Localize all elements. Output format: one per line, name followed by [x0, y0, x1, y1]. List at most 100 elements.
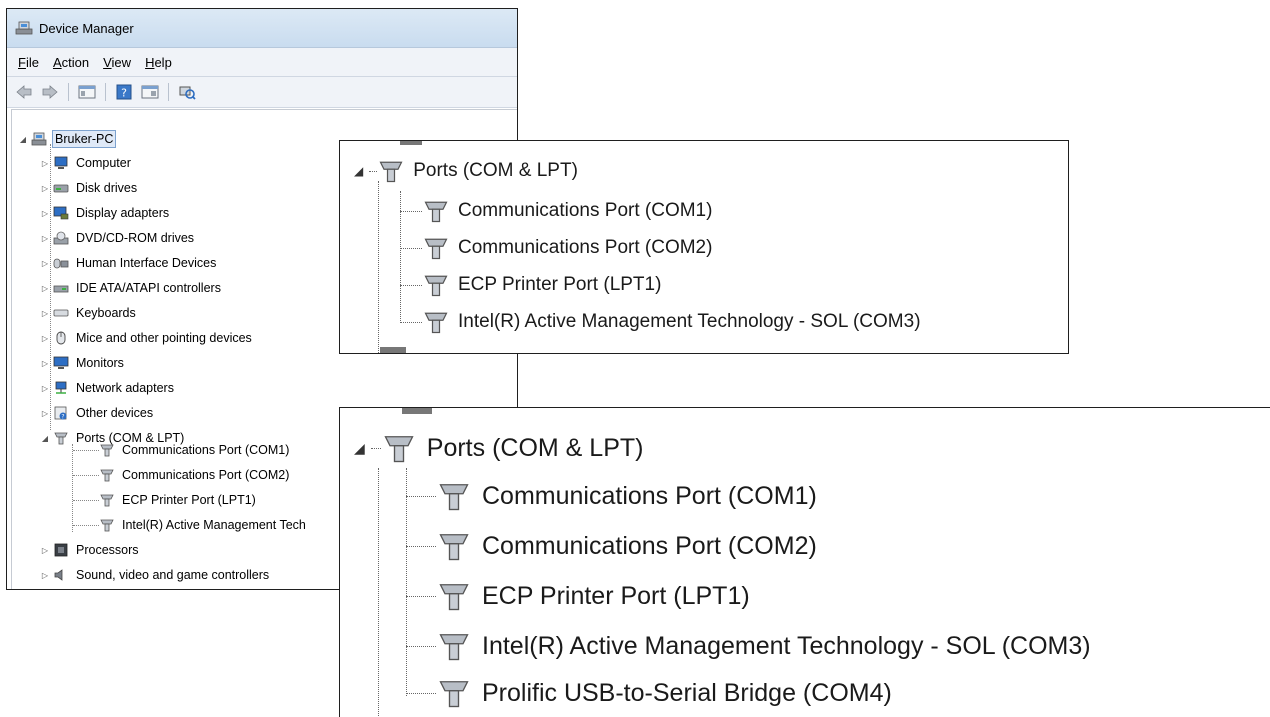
port-icon [424, 275, 448, 297]
expand-arrow-icon[interactable]: ▷ [40, 234, 50, 243]
back-icon[interactable] [13, 82, 35, 102]
toolbar-separator [105, 83, 106, 101]
sound-icon [52, 567, 70, 583]
port-row[interactable]: Communications Port (COM1) [406, 473, 817, 519]
device-manager-icon [15, 21, 33, 35]
computer-root-icon [30, 131, 48, 147]
tree-root[interactable]: ◢ Bruker-PC [18, 127, 117, 151]
expand-arrow-icon[interactable]: ▷ [40, 571, 50, 580]
tree-connector [73, 475, 99, 476]
tree-item-dvd-drives[interactable]: ▷ DVD/CD-ROM drives [40, 226, 196, 250]
ports-category-label: Ports (COM & LPT) [426, 433, 644, 462]
tree-connector [73, 525, 99, 526]
tree-item-label: Processors [76, 543, 139, 557]
expand-arrow-icon[interactable]: ▷ [40, 546, 50, 555]
help-icon[interactable]: ? [113, 82, 135, 102]
ide-controller-icon [52, 280, 70, 296]
port-icon [439, 681, 469, 708]
forward-icon[interactable] [39, 82, 61, 102]
tree-connector [72, 444, 73, 532]
tree-item-keyboards[interactable]: ▷ Keyboards [40, 301, 138, 325]
tree-item-label: IDE ATA/ATAPI controllers [76, 281, 221, 295]
tree-item-processors[interactable]: ▷ Processors [40, 538, 141, 562]
collapse-arrow-icon[interactable]: ◢ [354, 164, 363, 178]
title-bar[interactable]: Device Manager [7, 9, 517, 48]
processor-icon [52, 542, 70, 558]
menu-help[interactable]: Help [138, 53, 179, 72]
port-label: ECP Printer Port (LPT1) [482, 581, 750, 610]
tree-item-sound[interactable]: ▷ Sound, video and game controllers [40, 563, 271, 587]
monitor-icon [52, 355, 70, 371]
tree-item-label: Monitors [76, 356, 124, 370]
port-label: Communications Port (COM1) [482, 481, 817, 510]
tree-item-label: Communications Port (COM2) [122, 468, 290, 482]
menu-action[interactable]: Action [46, 53, 96, 72]
port-row[interactable]: Intel(R) Active Management Technology - … [400, 304, 921, 340]
port-row[interactable]: Communications Port (COM2) [406, 523, 817, 569]
tree-item-other-devices[interactable]: ▷ ? Other devices [40, 401, 155, 425]
tree-item-computer[interactable]: ▷ Computer [40, 151, 133, 175]
toolbar-separator [68, 83, 69, 101]
expand-arrow-icon[interactable]: ▷ [40, 309, 50, 318]
hid-icon [52, 255, 70, 271]
menu-bar: File Action View Help [7, 48, 517, 77]
port-label: Prolific USB-to-Serial Bridge (COM4) [482, 678, 892, 707]
collapse-arrow-icon[interactable]: ◢ [40, 434, 50, 443]
zoom-panel-after: ◢ Ports (COM & LPT) Communications Port … [339, 407, 1270, 717]
expand-arrow-icon[interactable]: ▷ [40, 209, 50, 218]
port-label: Intel(R) Active Management Technology - … [482, 631, 1091, 660]
port-row[interactable]: ECP Printer Port (LPT1) [406, 573, 750, 619]
port-row[interactable]: Intel(R) Active Management Technology - … [406, 623, 1091, 669]
port-icon [439, 584, 469, 611]
tree-item-com3[interactable]: Intel(R) Active Management Tech [98, 513, 308, 537]
update-driver-icon[interactable] [139, 82, 161, 102]
port-icon [52, 430, 70, 446]
menu-file[interactable]: File [11, 53, 46, 72]
expand-arrow-icon[interactable]: ▷ [40, 184, 50, 193]
expand-arrow-icon[interactable]: ▷ [40, 384, 50, 393]
tree-item-com1[interactable]: Communications Port (COM1) [98, 438, 291, 462]
port-label: Intel(R) Active Management Technology - … [458, 311, 921, 332]
port-icon [98, 517, 116, 533]
port-row[interactable]: ECP Printer Port (LPT1) [400, 267, 661, 303]
tree-item-monitors[interactable]: ▷ Monitors [40, 351, 126, 375]
tree-item-network-adapters[interactable]: ▷ Network adapters [40, 376, 176, 400]
cropped-icon-fragment [380, 347, 406, 353]
properties-icon[interactable] [76, 82, 98, 102]
tree-item-hid[interactable]: ▷ Human Interface Devices [40, 251, 218, 275]
expand-arrow-icon[interactable]: ▷ [40, 284, 50, 293]
tree-item-lpt1[interactable]: ECP Printer Port (LPT1) [98, 488, 258, 512]
collapse-arrow-icon[interactable]: ◢ [18, 135, 28, 144]
menu-view[interactable]: View [96, 53, 138, 72]
tree-item-disk-drives[interactable]: ▷ Disk drives [40, 176, 139, 200]
port-row[interactable]: Prolific USB-to-Serial Bridge (COM4) [406, 670, 892, 716]
ports-category-row[interactable]: ◢ Ports (COM & LPT) [354, 153, 578, 189]
expand-arrow-icon[interactable]: ▷ [40, 409, 50, 418]
expand-arrow-icon[interactable]: ▷ [40, 259, 50, 268]
ports-category-label: Ports (COM & LPT) [413, 160, 578, 181]
zoom-panel-before: ◢ Ports (COM & LPT) Communications Port … [339, 140, 1069, 354]
expand-arrow-icon[interactable]: ▷ [40, 159, 50, 168]
dvd-drive-icon [52, 230, 70, 246]
collapse-arrow-icon[interactable]: ◢ [354, 440, 365, 457]
tree-item-mice[interactable]: ▷ Mice and other pointing devices [40, 326, 254, 350]
display-adapter-icon [52, 205, 70, 221]
tree-root-label: Bruker-PC [52, 130, 117, 148]
tree-item-com2[interactable]: Communications Port (COM2) [98, 463, 291, 487]
ports-category-row[interactable]: ◢ Ports (COM & LPT) [354, 425, 643, 471]
port-label: Communications Port (COM2) [482, 531, 817, 560]
expand-arrow-icon[interactable]: ▷ [40, 334, 50, 343]
tree-item-ide-controllers[interactable]: ▷ IDE ATA/ATAPI controllers [40, 276, 223, 300]
other-devices-icon: ? [52, 405, 70, 421]
tree-item-label: Communications Port (COM1) [122, 443, 290, 457]
expand-arrow-icon[interactable]: ▷ [40, 359, 50, 368]
tree-item-label: Disk drives [76, 181, 138, 195]
port-row[interactable]: Communications Port (COM2) [400, 230, 712, 266]
tree-item-label: Display adapters [76, 206, 170, 220]
tree-item-display-adapters[interactable]: ▷ Display adapters [40, 201, 171, 225]
port-icon [379, 161, 403, 183]
tree-connector [378, 181, 379, 353]
scan-hardware-icon[interactable] [176, 82, 198, 102]
port-row[interactable]: Communications Port (COM1) [400, 193, 712, 229]
cropped-icon-fragment [402, 408, 432, 414]
